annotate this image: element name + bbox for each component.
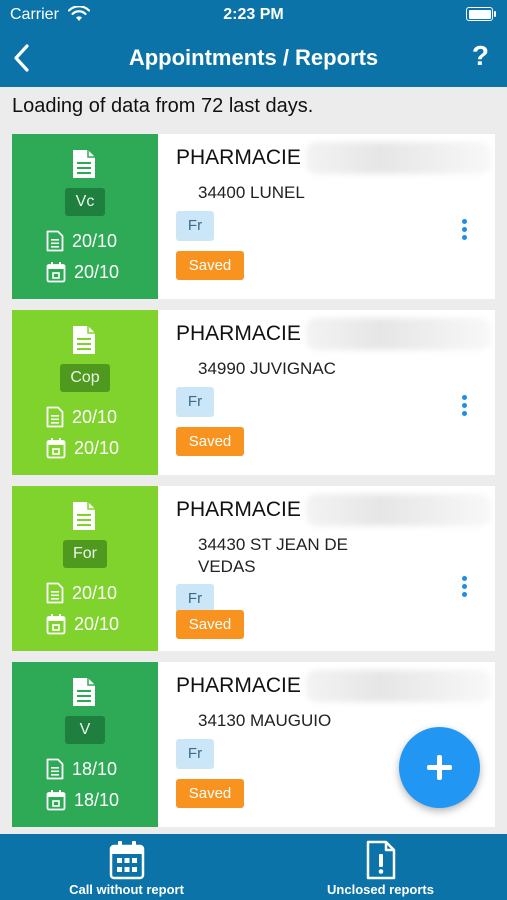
pharmacy-name: PHARMACIE	[176, 146, 301, 169]
more-options-button[interactable]	[458, 392, 470, 422]
report-date-icon	[46, 230, 72, 252]
report-date: 18/10	[72, 758, 118, 779]
language-badge: Fr	[176, 739, 214, 769]
appointment-date: 18/10	[74, 789, 120, 810]
report-date-icon	[46, 406, 72, 428]
calendar-icon	[46, 613, 74, 635]
report-document-icon	[72, 149, 96, 179]
report-date-icon	[46, 582, 72, 604]
navigation-bar: Appointments / Reports ?	[0, 30, 507, 87]
tab-label: Unclosed reports	[327, 882, 434, 897]
redacted-name	[306, 494, 491, 526]
calendar-icon	[46, 437, 74, 459]
status-badge: Saved	[176, 610, 244, 639]
appointment-card[interactable]: Vc 20/10 20/10 PHARMACIE 34400 LUNEL Fr Saved	[12, 134, 495, 299]
pharmacy-address: 34430 ST JEAN DE VEDAS	[198, 535, 348, 576]
pharmacy-name: PHARMACIE	[176, 498, 301, 521]
report-document-icon	[72, 325, 96, 355]
tab-label: Call without report	[69, 882, 184, 897]
help-button[interactable]: ?	[472, 40, 489, 72]
tab-bar: Call without report Unclosed reports	[0, 834, 507, 900]
tab-unclosed-reports[interactable]: Unclosed reports	[254, 834, 507, 900]
report-date: 20/10	[72, 582, 118, 603]
card-side-panel: Cop 20/10 20/10	[12, 310, 158, 475]
visit-code-badge: Cop	[60, 364, 110, 392]
battery-icon	[466, 7, 496, 21]
visit-code-badge: For	[63, 540, 107, 568]
visit-code-badge: V	[65, 716, 105, 744]
tab-call-without-report[interactable]: Call without report	[0, 834, 253, 900]
report-document-icon	[72, 501, 96, 531]
redacted-name	[306, 318, 491, 350]
appointment-date: 20/10	[74, 613, 120, 634]
calendar-icon	[109, 841, 144, 880]
appointment-date: 20/10	[74, 437, 120, 458]
card-side-panel: Vc 20/10 20/10	[12, 134, 158, 299]
appointment-date: 20/10	[74, 261, 120, 282]
report-date-icon	[46, 758, 72, 780]
pharmacy-address: 34400 LUNEL	[198, 183, 305, 202]
status-bar: Carrier 2:23 PM	[0, 0, 507, 30]
redacted-name	[306, 670, 491, 702]
pharmacy-address: 34130 MAUGUIO	[198, 711, 332, 730]
document-alert-icon	[366, 840, 395, 880]
pharmacy-name: PHARMACIE	[176, 674, 301, 697]
report-date: 20/10	[72, 230, 118, 251]
appointment-card[interactable]: Cop 20/10 20/10 PHARMACIE 34990 JUVIGNAC Fr Sa…	[12, 310, 495, 475]
card-side-panel: V 18/10 18/10	[12, 662, 158, 827]
status-badge: Saved	[176, 427, 244, 456]
visit-code-badge: Vc	[65, 188, 105, 216]
more-options-button[interactable]	[458, 573, 470, 603]
calendar-icon	[46, 261, 74, 283]
clock: 2:23 PM	[223, 6, 284, 23]
more-options-button[interactable]	[458, 216, 470, 246]
page-title: Appointments / Reports	[128, 45, 379, 70]
card-side-panel: For 20/10 20/10	[12, 486, 158, 651]
loading-message: Loading of data from 72 last days.	[12, 95, 314, 117]
language-badge: Fr	[176, 387, 214, 417]
status-badge: Saved	[176, 779, 244, 808]
pharmacy-name: PHARMACIE	[176, 322, 301, 345]
appointment-card[interactable]: For 20/10 20/10 PHARMACIE 34430 ST JEAN DE V…	[12, 486, 495, 651]
report-document-icon	[72, 677, 96, 707]
add-button[interactable]	[399, 727, 480, 808]
calendar-icon	[46, 789, 74, 811]
report-date: 20/10	[72, 406, 118, 427]
status-badge: Saved	[176, 251, 244, 280]
redacted-name	[306, 142, 491, 174]
language-badge: Fr	[176, 211, 214, 241]
pharmacy-address: 34990 JUVIGNAC	[198, 359, 336, 378]
